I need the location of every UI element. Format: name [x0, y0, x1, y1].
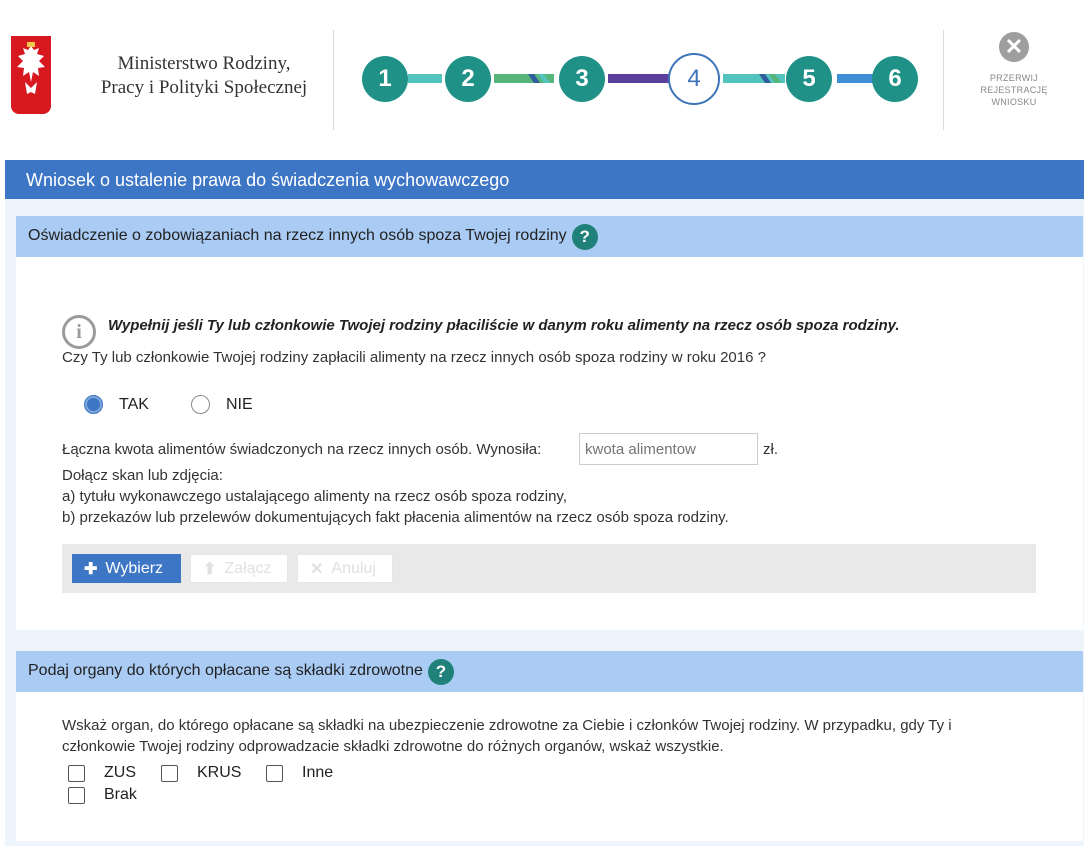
step-1[interactable]: 1: [362, 56, 408, 102]
close-icon[interactable]: ✕: [999, 32, 1029, 62]
attach-line2: a) tytułu wykonawczego ustalającego alim…: [62, 488, 567, 505]
attach-line1: Dołącz skan lub zdjęcia:: [62, 467, 223, 484]
checkbox-inne[interactable]: Inne: [266, 764, 333, 782]
help-icon[interactable]: ?: [427, 659, 454, 685]
ministry-name: Ministerstwo Rodziny, Pracy i Polityki S…: [94, 52, 314, 100]
radio-yes-indicator[interactable]: [84, 395, 103, 414]
cancel-upload-label: Anuluj: [331, 559, 376, 577]
step-connector-2-3: [494, 74, 554, 83]
checkbox-krus-label[interactable]: KRUS: [197, 764, 241, 782]
checkbox-inne-label[interactable]: Inne: [302, 764, 333, 782]
health-description-line1: Wskaż organ, do którego opłacane są skła…: [62, 717, 952, 734]
checkbox-inne-box[interactable]: [266, 764, 283, 782]
radio-no[interactable]: NIE: [191, 395, 253, 414]
choose-file-button[interactable]: ✚ Wybierz: [72, 554, 181, 583]
cancel-icon: ✕: [310, 560, 324, 578]
attach-file-label: Załącz: [224, 559, 272, 577]
cancel-label-line3: WNIOSKU: [991, 97, 1037, 107]
form-title: Wniosek o ustalenie prawa do świadczenia…: [26, 170, 510, 190]
section-obligations-header: Oświadczenie o zobowiązaniach na rzecz i…: [16, 216, 1083, 257]
checkbox-zus-box[interactable]: [68, 764, 85, 782]
plus-icon: ✚: [84, 560, 98, 578]
choose-file-label: Wybierz: [105, 559, 164, 577]
info-note: i Wypełnij jeśli Ty lub członkowie Twoje…: [62, 315, 900, 349]
amount-unit: zł.: [763, 441, 778, 458]
upload-icon: ⬆: [203, 560, 217, 578]
health-description-line2: członkowie Twojej rodziny odprowadzacie …: [62, 738, 724, 755]
form-title-bar: Wniosek o ustalenie prawa do świadczenia…: [5, 160, 1084, 199]
info-text: Wypełnij jeśli Ty lub członkowie Twojej …: [108, 316, 900, 334]
attach-line3: b) przekazów lub przelewów dokumentujący…: [62, 509, 729, 526]
checkbox-brak-box[interactable]: [68, 786, 85, 804]
checkbox-krus-box[interactable]: [161, 764, 178, 782]
health-description: Wskaż organ, do którego opłacane są skła…: [62, 715, 952, 757]
upload-toolbar: ✚ Wybierz ⬆ Załącz ✕ Anuluj: [62, 544, 1036, 593]
alimony-amount-input[interactable]: [579, 433, 758, 465]
attach-instructions: Dołącz skan lub zdjęcia: a) tytułu wykon…: [62, 465, 729, 528]
step-connector-1-2: [408, 74, 442, 83]
radio-yes[interactable]: TAK: [84, 395, 149, 414]
step-connector-3-4: [608, 74, 670, 83]
header-divider-left: [333, 30, 334, 130]
section-health-title: Podaj organy do których opłacane są skła…: [28, 662, 423, 679]
cancel-registration-label: PRZERWIJ REJESTRACJĘ WNIOSKU: [980, 72, 1048, 108]
section-health-header: Podaj organy do których opłacane są skła…: [16, 651, 1083, 692]
help-icon[interactable]: ?: [571, 224, 598, 250]
attach-file-button[interactable]: ⬆ Załącz: [190, 554, 288, 583]
cancel-label-line2: REJESTRACJĘ: [980, 85, 1048, 95]
cancel-registration-button[interactable]: ✕ PRZERWIJ REJESTRACJĘ WNIOSKU: [980, 32, 1048, 108]
checkbox-zus[interactable]: ZUS: [68, 764, 136, 782]
cancel-upload-button[interactable]: ✕ Anuluj: [297, 554, 393, 583]
radio-no-indicator[interactable]: [191, 395, 210, 414]
step-5[interactable]: 5: [786, 56, 832, 102]
section-obligations-title: Oświadczenie o zobowiązaniach na rzecz i…: [28, 227, 567, 244]
page-header: Ministerstwo Rodziny, Pracy i Polityki S…: [0, 0, 1087, 160]
step-connector-5-6: [837, 74, 873, 83]
checkbox-brak-label[interactable]: Brak: [104, 786, 137, 804]
step-3[interactable]: 3: [559, 56, 605, 102]
radio-no-label[interactable]: NIE: [226, 396, 253, 414]
radio-yes-label[interactable]: TAK: [119, 396, 149, 414]
amount-label: Łączna kwota alimentów świadczonych na r…: [62, 441, 542, 458]
checkbox-krus[interactable]: KRUS: [161, 764, 241, 782]
checkbox-brak[interactable]: Brak: [68, 786, 137, 804]
alimony-question: Czy Ty lub członkowie Twojej rodziny zap…: [62, 349, 766, 366]
cancel-label-line1: PRZERWIJ: [989, 73, 1039, 83]
ministry-name-line1: Ministerstwo Rodziny,: [117, 53, 291, 74]
header-divider-right: [943, 30, 944, 130]
step-4-current[interactable]: 4: [668, 53, 720, 105]
ministry-name-line2: Pracy i Polityki Społecznej: [100, 77, 308, 98]
step-connector-4-5: [723, 74, 785, 83]
section-obligations: Oświadczenie o zobowiązaniach na rzecz i…: [16, 216, 1083, 630]
polish-eagle-emblem: [11, 36, 51, 114]
step-2[interactable]: 2: [445, 56, 491, 102]
step-6[interactable]: 6: [872, 56, 918, 102]
section-health-contributions: Podaj organy do których opłacane są skła…: [16, 651, 1083, 841]
form-body: Oświadczenie o zobowiązaniach na rzecz i…: [5, 199, 1084, 846]
checkbox-zus-label[interactable]: ZUS: [104, 764, 136, 782]
info-icon: i: [62, 315, 96, 349]
